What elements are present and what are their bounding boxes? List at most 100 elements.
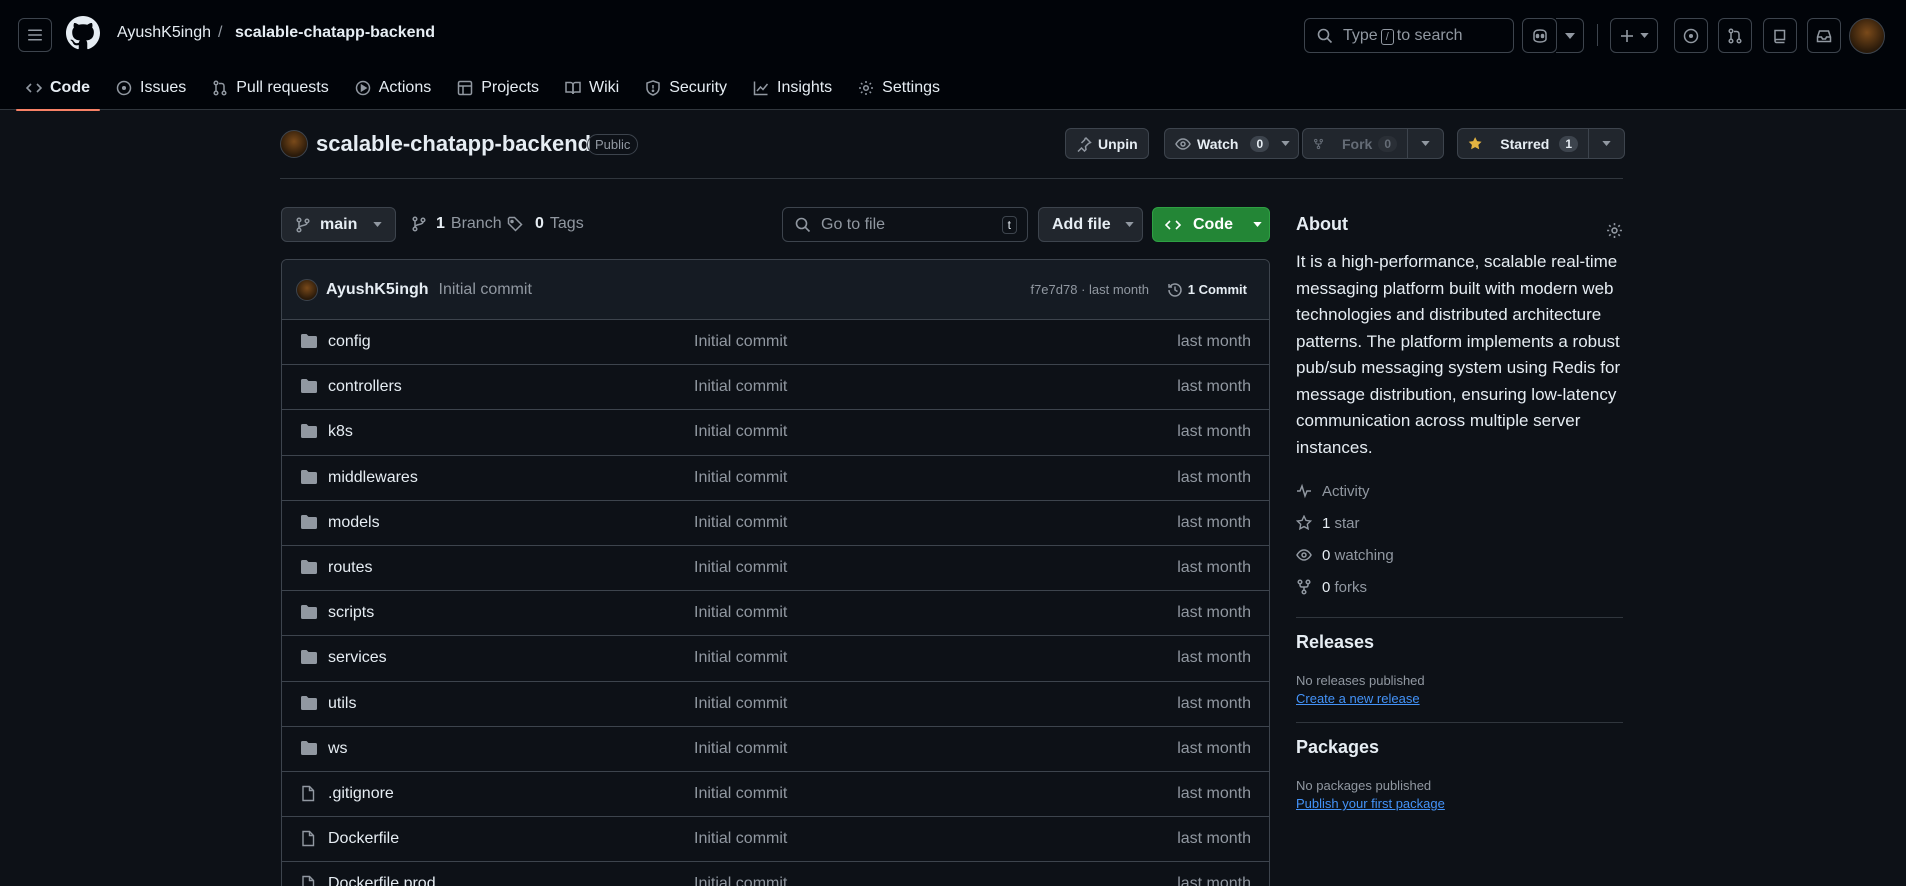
file-row[interactable]: scripts Initial commit last month <box>282 591 1269 637</box>
tab-settings[interactable]: Settings <box>848 66 950 110</box>
file-row[interactable]: services Initial commit last month <box>282 636 1269 682</box>
file-name-link[interactable]: services <box>328 649 387 667</box>
commit-author[interactable]: AyushK5ingh <box>326 281 429 299</box>
file-commit-message[interactable]: Initial commit <box>694 785 787 803</box>
file-commit-message[interactable]: Initial commit <box>694 333 787 351</box>
triangle-down-icon <box>1564 32 1575 39</box>
activity-link[interactable]: Activity <box>1296 475 1623 507</box>
tab-issues[interactable]: Issues <box>106 66 196 110</box>
fork-icon <box>1313 138 1323 149</box>
code-clone-button[interactable]: Code <box>1152 207 1270 242</box>
file-row[interactable]: middlewares Initial commit last month <box>282 456 1269 501</box>
file-commit-message[interactable]: Initial commit <box>694 740 787 758</box>
tab-wiki[interactable]: Wiki <box>555 66 629 110</box>
file-name-link[interactable]: controllers <box>328 378 402 396</box>
releases-heading[interactable]: Releases <box>1296 632 1623 653</box>
tab-insights[interactable]: Insights <box>743 66 842 110</box>
tab-security[interactable]: Security <box>635 66 737 110</box>
file-commit-message[interactable]: Initial commit <box>694 649 787 667</box>
file-commit-date: last month <box>1177 875 1251 886</box>
file-row[interactable]: config Initial commit last month <box>282 320 1269 366</box>
pull-requests-header-button[interactable] <box>1718 18 1752 53</box>
file-name-link[interactable]: k8s <box>328 423 353 441</box>
unpin-button[interactable]: Unpin <box>1065 128 1149 159</box>
file-row[interactable]: .gitignore Initial commit last month <box>282 772 1269 818</box>
file-icon <box>300 785 316 802</box>
file-commit-message[interactable]: Initial commit <box>694 695 787 713</box>
stars-link[interactable]: 1 star <box>1296 507 1623 539</box>
file-commit-message[interactable]: Initial commit <box>694 559 787 577</box>
activity-label: Activity <box>1322 482 1370 500</box>
packages-heading[interactable]: Packages <box>1296 737 1623 758</box>
file-row[interactable]: k8s Initial commit last month <box>282 410 1269 456</box>
file-commit-message[interactable]: Initial commit <box>694 875 787 886</box>
file-commit-message[interactable]: Initial commit <box>694 469 787 487</box>
branch-selector[interactable]: main <box>281 207 396 242</box>
edit-about-button[interactable] <box>1606 222 1623 239</box>
fork-dropdown[interactable] <box>1407 129 1443 158</box>
file-row[interactable]: routes Initial commit last month <box>282 546 1269 592</box>
issues-header-button[interactable] <box>1674 18 1708 53</box>
github-logo-icon[interactable] <box>66 16 100 50</box>
tab-actions[interactable]: Actions <box>345 66 441 110</box>
star-list-dropdown[interactable] <box>1588 129 1624 158</box>
file-row[interactable]: controllers Initial commit last month <box>282 365 1269 411</box>
sidebar-divider <box>1296 722 1623 723</box>
add-file-button[interactable]: Add file <box>1038 207 1143 242</box>
file-name-link[interactable]: .gitignore <box>328 785 394 803</box>
copilot-button[interactable] <box>1522 18 1557 53</box>
folder-icon <box>300 469 318 485</box>
forks-link[interactable]: 0 forks <box>1296 571 1623 603</box>
commit-author-avatar[interactable] <box>296 278 318 301</box>
triangle-down-icon <box>1253 222 1262 227</box>
menu-button[interactable] <box>18 18 52 52</box>
user-avatar[interactable] <box>1849 18 1885 54</box>
tab-pull-requests[interactable]: Pull requests <box>202 66 339 110</box>
fork-button[interactable]: Fork 0 <box>1302 128 1444 159</box>
file-name-link[interactable]: Dockerfile <box>328 830 399 848</box>
commits-history-link[interactable]: 1 Commit <box>1167 282 1247 298</box>
file-name-link[interactable]: routes <box>328 559 372 577</box>
file-row[interactable]: ws Initial commit last month <box>282 727 1269 772</box>
tab-projects[interactable]: Projects <box>447 66 549 110</box>
commit-hash-date[interactable]: f7e7d78 · last month <box>1030 282 1149 297</box>
add-file-label: Add file <box>1052 215 1111 233</box>
file-commit-message[interactable]: Initial commit <box>694 604 787 622</box>
create-release-link[interactable]: Create a new release <box>1296 691 1420 706</box>
breadcrumb-repo[interactable]: scalable-chatapp-backend <box>235 24 435 42</box>
file-commit-message[interactable]: Initial commit <box>694 514 787 532</box>
file-commit-message[interactable]: Initial commit <box>694 378 787 396</box>
copilot-dropdown-button[interactable] <box>1556 18 1584 53</box>
inbox-button[interactable] <box>1807 18 1841 53</box>
file-name-link[interactable]: scripts <box>328 604 374 622</box>
file-name-link[interactable]: config <box>328 333 371 351</box>
branches-link[interactable]: 1 Branch <box>412 215 502 233</box>
file-name-link[interactable]: ws <box>328 740 348 758</box>
file-commit-date: last month <box>1177 378 1251 396</box>
file-name-link[interactable]: utils <box>328 695 356 713</box>
tab-label: Pull requests <box>236 79 329 96</box>
file-row[interactable]: utils Initial commit last month <box>282 682 1269 727</box>
repositories-header-button[interactable] <box>1763 18 1797 53</box>
commit-message[interactable]: Initial commit <box>439 281 532 299</box>
watch-button[interactable]: Watch 0 <box>1164 128 1300 159</box>
starred-button[interactable]: Starred 1 <box>1457 128 1625 159</box>
file-commit-message[interactable]: Initial commit <box>694 423 787 441</box>
file-commit-message[interactable]: Initial commit <box>694 830 787 848</box>
global-search-input[interactable]: Type / to search <box>1304 18 1514 53</box>
file-name-link[interactable]: Dockerfile.prod <box>328 875 436 886</box>
breadcrumb-owner[interactable]: AyushK5ingh <box>117 24 211 42</box>
watchers-link[interactable]: 0 watching <box>1296 539 1623 571</box>
page-title[interactable]: scalable-chatapp-backend <box>316 131 591 157</box>
file-row[interactable]: Dockerfile Initial commit last month <box>282 817 1269 863</box>
file-name-link[interactable]: middlewares <box>328 469 418 487</box>
file-row[interactable]: Dockerfile.prod Initial commit last month <box>282 862 1269 886</box>
file-row[interactable]: models Initial commit last month <box>282 501 1269 546</box>
create-new-button[interactable] <box>1610 18 1658 53</box>
repo-owner-avatar[interactable] <box>280 130 308 158</box>
tags-link[interactable]: 0 Tags <box>507 215 584 233</box>
publish-package-link[interactable]: Publish your first package <box>1296 796 1445 811</box>
file-name-link[interactable]: models <box>328 514 380 532</box>
go-to-file-input[interactable]: Go to file t <box>782 207 1028 242</box>
tab-code[interactable]: Code <box>16 66 100 111</box>
